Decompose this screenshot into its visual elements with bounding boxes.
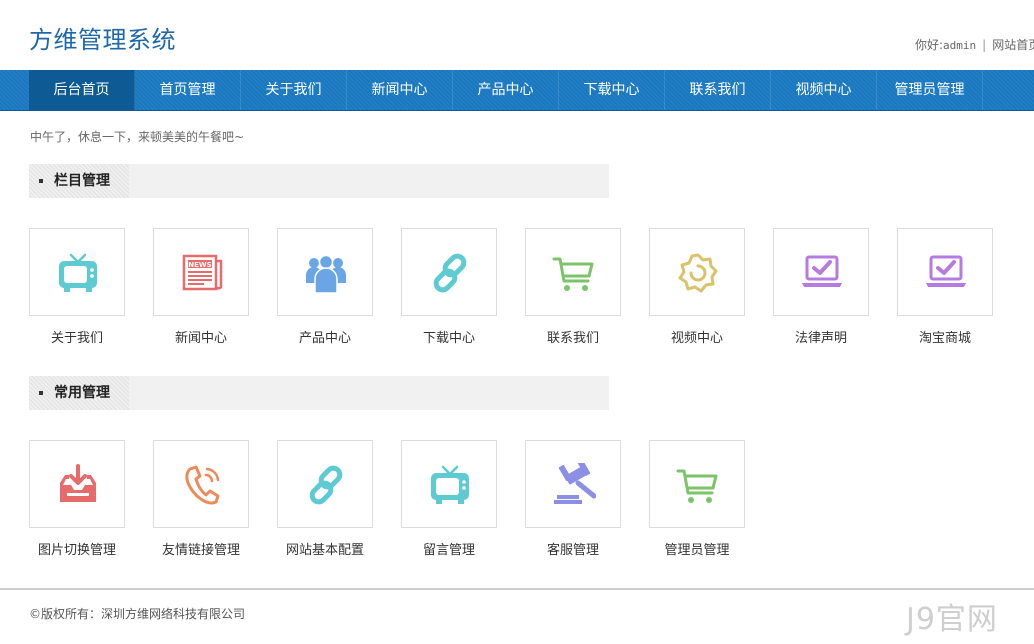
nav-item-products[interactable]: 产品中心 bbox=[453, 70, 559, 110]
tile-downloads[interactable] bbox=[401, 228, 497, 316]
tile-products[interactable] bbox=[277, 228, 373, 316]
inbox-download-icon bbox=[60, 464, 96, 502]
svg-text:NEWS: NEWS bbox=[188, 261, 211, 269]
link-icon bbox=[309, 465, 343, 505]
tile-label: 留言管理 bbox=[422, 543, 475, 558]
footer-divider bbox=[0, 588, 1034, 590]
section-header-columns: 栏目管理 bbox=[29, 164, 609, 198]
users-icon bbox=[306, 254, 346, 294]
tile-site-config[interactable] bbox=[277, 440, 373, 528]
tile-label: 图片切换管理 bbox=[37, 543, 116, 558]
copyright-text: ©版权所有：深圳方维网络科技有限公司 bbox=[29, 607, 246, 621]
tile-message-manage[interactable] bbox=[401, 440, 497, 528]
separator: | bbox=[982, 38, 987, 52]
tile-label: 友情链接管理 bbox=[161, 543, 240, 558]
tile-news[interactable]: NEWS bbox=[153, 228, 249, 316]
nav-item-admin[interactable]: 管理员管理 bbox=[877, 70, 983, 110]
greeting-prefix: 你好: bbox=[915, 38, 944, 52]
tile-label: 产品中心 bbox=[298, 331, 351, 346]
nav-item-about[interactable]: 关于我们 bbox=[241, 70, 347, 110]
tile-contact[interactable] bbox=[525, 228, 621, 316]
tv-icon bbox=[431, 465, 469, 504]
tile-taobao[interactable] bbox=[897, 228, 993, 316]
laptop-check-icon bbox=[802, 255, 842, 287]
tile-label: 管理员管理 bbox=[664, 543, 730, 558]
tile-label: 网站基本配置 bbox=[285, 543, 364, 558]
tile-legal[interactable] bbox=[773, 228, 869, 316]
tile-video[interactable] bbox=[649, 228, 745, 316]
site-home-link[interactable]: 网站首页 bbox=[992, 38, 1034, 52]
tile-label: 法律声明 bbox=[794, 331, 847, 346]
user-bar: 你好:admin | 网站首页 bbox=[915, 36, 1034, 53]
tv-icon bbox=[59, 253, 97, 292]
gear-icon bbox=[678, 253, 718, 293]
tile-label: 关于我们 bbox=[50, 331, 103, 346]
nav-item-video[interactable]: 视频中心 bbox=[771, 70, 877, 110]
tile-admin-manage[interactable] bbox=[649, 440, 745, 528]
tile-label: 淘宝商城 bbox=[918, 331, 971, 346]
nav-item-news[interactable]: 新闻中心 bbox=[347, 70, 453, 110]
app-logo: 方维管理系统 bbox=[29, 26, 176, 54]
nav-item-home-manage[interactable]: 首页管理 bbox=[135, 70, 241, 110]
tile-label: 视频中心 bbox=[670, 331, 723, 346]
tile-label: 联系我们 bbox=[546, 331, 599, 346]
main-nav: 后台首页 首页管理 关于我们 新闻中心 产品中心 下载中心 联系我们 视频中心 … bbox=[0, 70, 1034, 111]
link-icon bbox=[433, 253, 467, 293]
nav-item-downloads[interactable]: 下载中心 bbox=[559, 70, 665, 110]
tile-label: 客服管理 bbox=[546, 543, 599, 558]
watermark: J9官网 bbox=[906, 602, 998, 637]
tile-service-manage[interactable] bbox=[525, 440, 621, 528]
gavel-icon bbox=[554, 463, 596, 504]
tile-label: 下载中心 bbox=[422, 331, 475, 346]
cart-icon bbox=[552, 257, 594, 291]
username: admin bbox=[943, 39, 977, 52]
tile-about[interactable] bbox=[29, 228, 125, 316]
laptop-check-icon bbox=[926, 255, 966, 287]
phone-icon bbox=[185, 465, 220, 505]
section-title: 常用管理 bbox=[54, 385, 110, 401]
tile-friendlink-manage[interactable] bbox=[153, 440, 249, 528]
section-header-common: 常用管理 bbox=[29, 376, 609, 410]
tile-label: 新闻中心 bbox=[174, 331, 227, 346]
nav-item-contact[interactable]: 联系我们 bbox=[665, 70, 771, 110]
nav-item-dashboard[interactable]: 后台首页 bbox=[29, 70, 135, 110]
section-title: 栏目管理 bbox=[54, 173, 110, 189]
bullet-square-icon bbox=[39, 179, 43, 183]
cart-icon bbox=[676, 469, 718, 503]
greeting-message: 中午了，休息一下，来顿美美的午餐吧~ bbox=[30, 130, 245, 144]
newspaper-icon: NEWS bbox=[182, 254, 223, 291]
bullet-square-icon bbox=[39, 391, 43, 395]
tile-slideshow-manage[interactable] bbox=[29, 440, 125, 528]
header: 方维管理系统 你好:admin | 网站首页 bbox=[0, 0, 1034, 70]
